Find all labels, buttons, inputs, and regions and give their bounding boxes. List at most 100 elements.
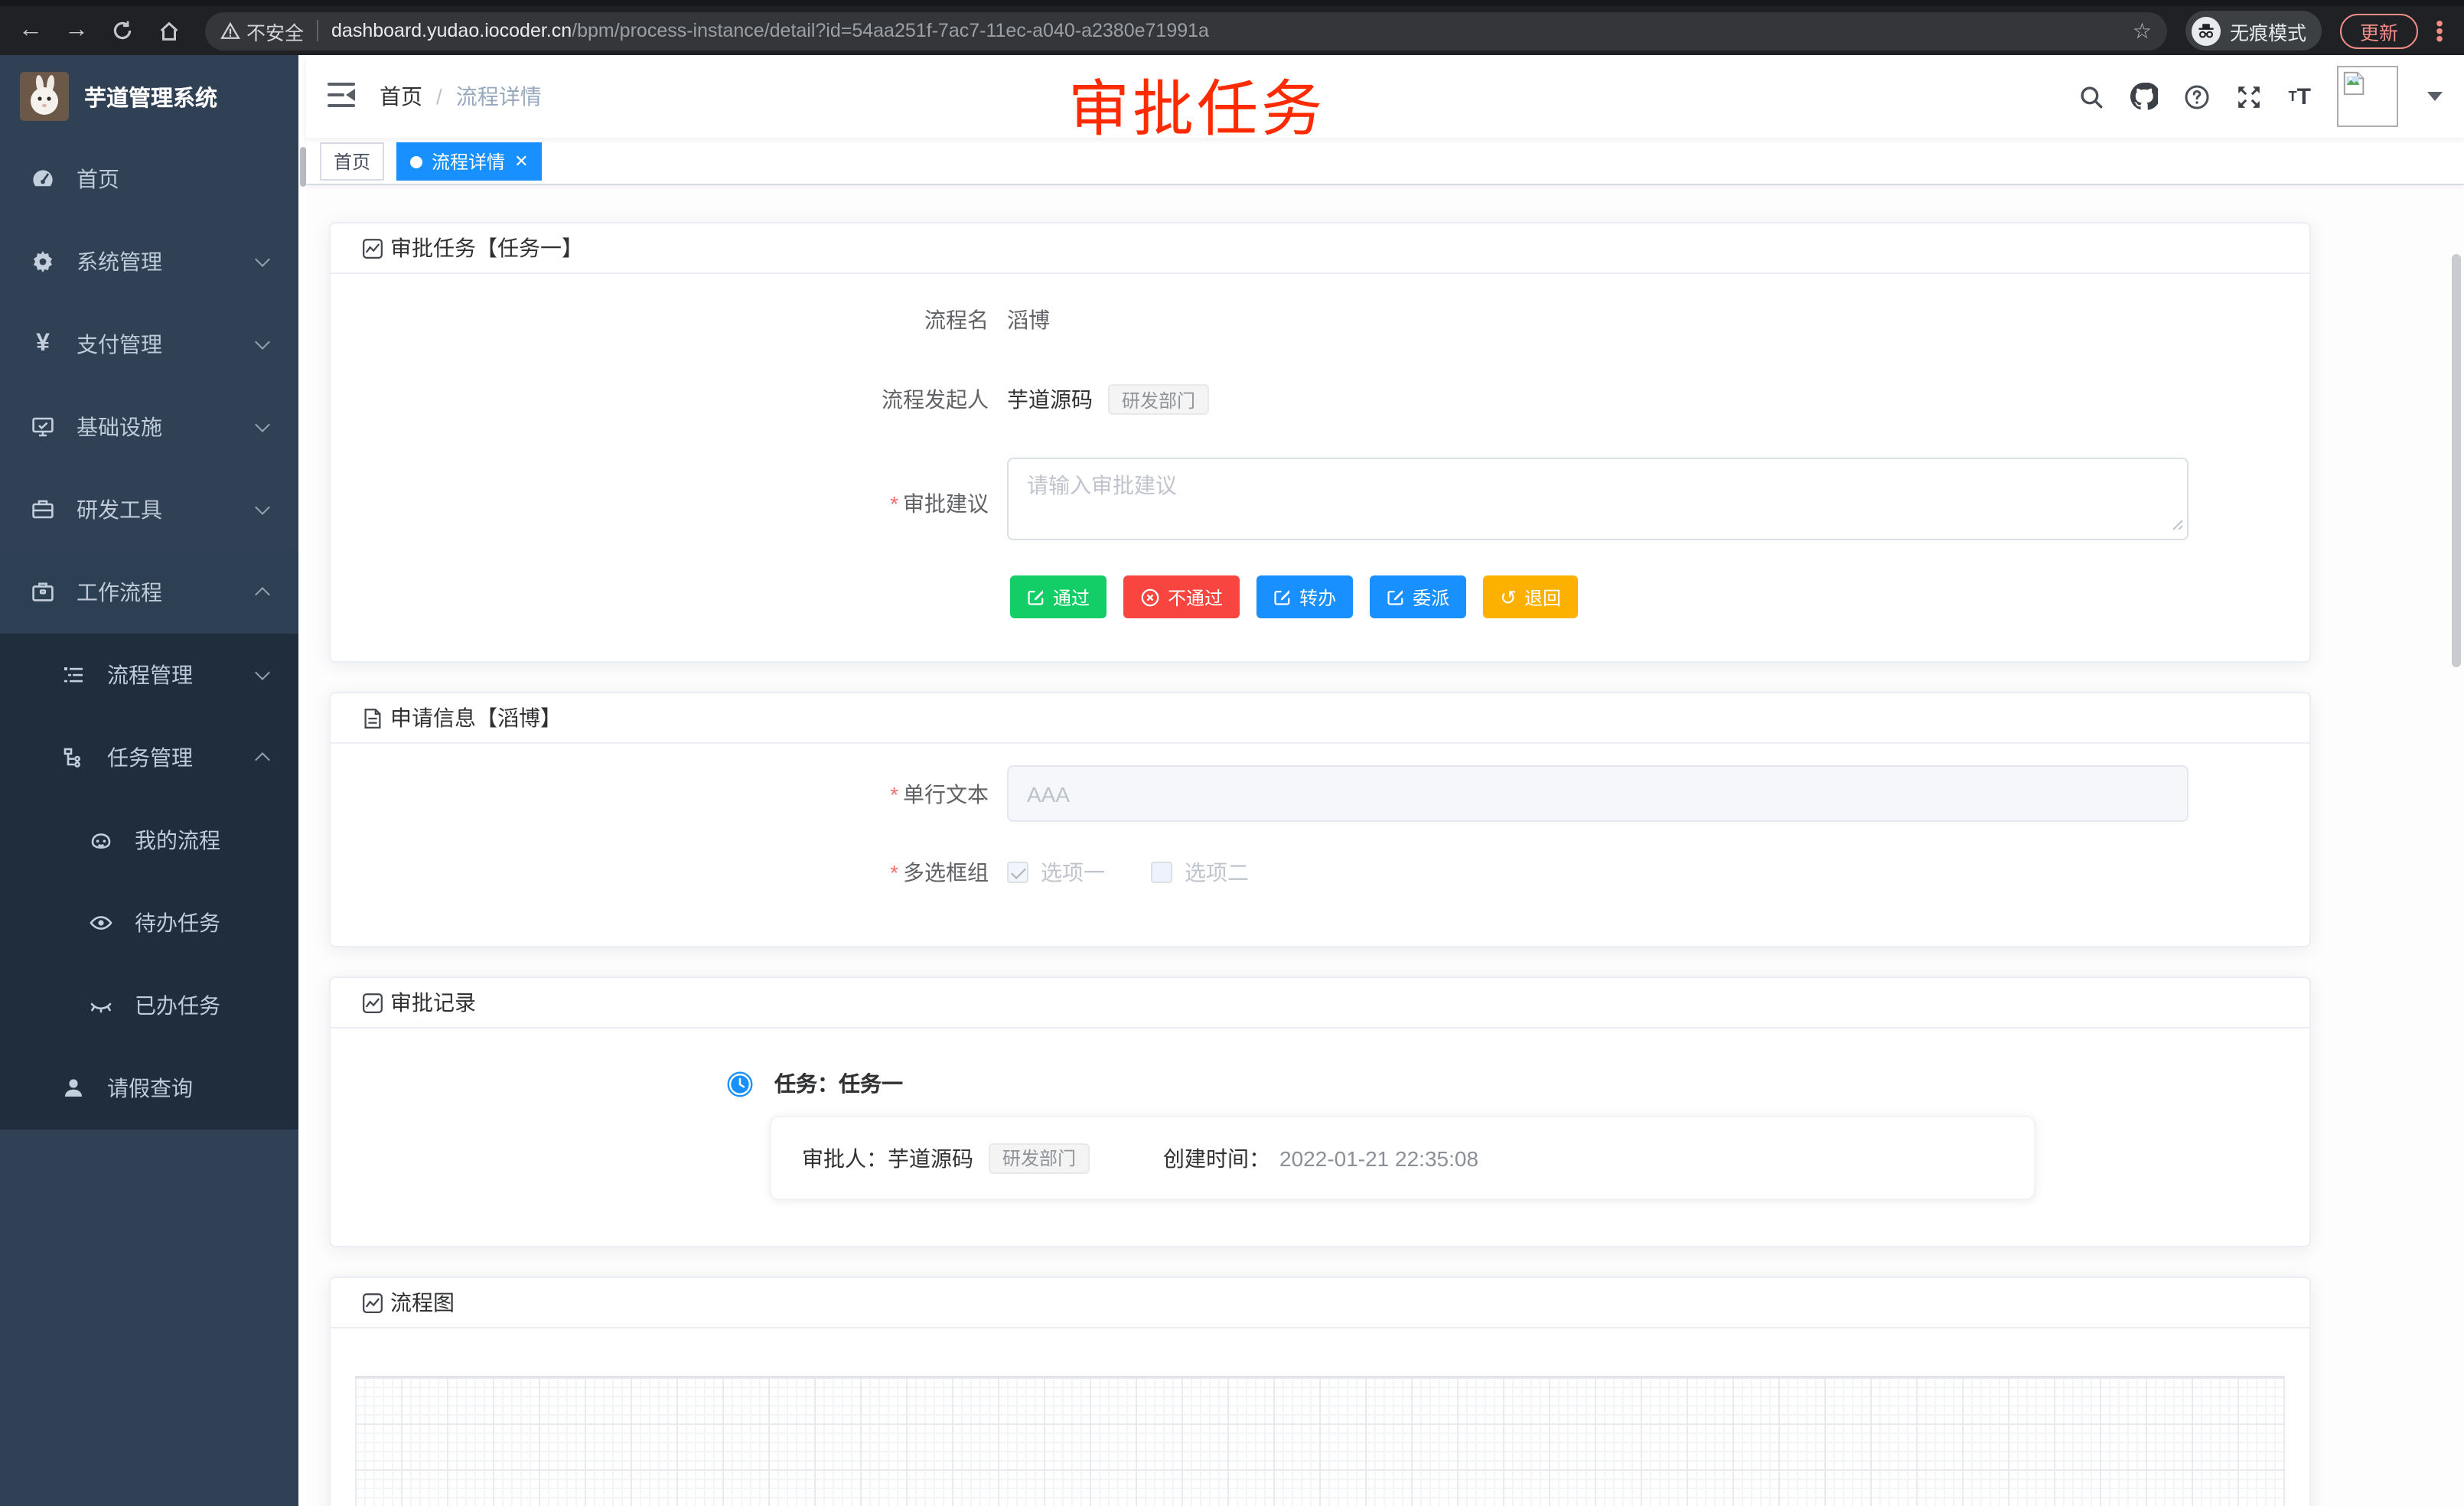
- url-path[interactable]: /bpm/process-instance/detail?id=54aa251f…: [572, 20, 2120, 41]
- chevron-down-icon: [255, 252, 270, 267]
- bpmn-diagram-canvas[interactable]: [355, 1376, 2285, 1506]
- create-time-label: 创建时间：: [1163, 1143, 1270, 1173]
- font-size-icon[interactable]: TT: [2289, 85, 2311, 108]
- robot-icon: [89, 828, 113, 852]
- sidebar-item-task-mgmt[interactable]: 任务管理: [0, 716, 298, 799]
- sidebar-item-payment[interactable]: ¥ 支付管理: [0, 303, 298, 386]
- sidebar-item-label: 请假查询: [107, 1073, 193, 1103]
- clock-icon: [727, 1071, 753, 1097]
- approval-opinion-textarea[interactable]: [1007, 458, 2189, 540]
- approval-task-card: 审批任务【任务一】 流程名 滔博 流程发起人 芋道源码 研发部门: [329, 222, 2311, 663]
- incognito-icon: [2192, 16, 2221, 45]
- approver-label: 审批人：: [802, 1143, 888, 1173]
- page-scrollbar-thumb[interactable]: [2452, 254, 2461, 667]
- sidebar-item-label: 工作流程: [77, 577, 162, 608]
- checkbox-label: 选项一: [1041, 857, 1105, 888]
- card-header: 审批记录: [331, 978, 2309, 1028]
- card-title: 申请信息【滔博】: [390, 702, 562, 733]
- required-asterisk: *: [890, 781, 898, 806]
- sidebar-item-devtools[interactable]: 研发工具: [0, 468, 298, 551]
- application-info-card: 申请信息【滔博】 *单行文本 *多选框组 选项一: [329, 692, 2311, 947]
- sidebar-item-my-process[interactable]: 我的流程: [0, 799, 298, 882]
- page-content: 审批任务【任务一】 流程名 滔博 流程发起人 芋道源码 研发部门: [306, 185, 2464, 1506]
- eye-icon: [89, 911, 113, 935]
- dashboard-icon: [31, 167, 55, 191]
- sidebar-item-workflow[interactable]: 工作流程: [0, 551, 298, 634]
- app-title: 芋道管理系统: [84, 80, 217, 112]
- refresh-left-icon: ↺: [1500, 587, 1517, 607]
- avatar[interactable]: [2337, 66, 2398, 127]
- home-icon[interactable]: [150, 12, 187, 49]
- list-icon: [61, 663, 86, 687]
- approve-button[interactable]: 通过: [1010, 575, 1107, 618]
- sidebar-item-system[interactable]: 系统管理: [0, 220, 298, 303]
- search-icon[interactable]: [2079, 83, 2105, 109]
- required-asterisk: *: [890, 860, 898, 885]
- reject-button[interactable]: 不通过: [1123, 575, 1240, 618]
- checkbox-option-2[interactable]: 选项二: [1151, 857, 1249, 888]
- sidebar-item-leave-query[interactable]: 请假查询: [0, 1047, 298, 1130]
- chevron-down-icon: [255, 665, 270, 680]
- card-title: 审批记录: [390, 987, 476, 1018]
- briefcase-icon: [31, 580, 55, 605]
- collapse-sidebar-icon[interactable]: [328, 83, 355, 109]
- browser-toolbar: ← → 不安全 dashboard.yudao.iocoder.cn /bpm/…: [0, 0, 2464, 55]
- back-icon[interactable]: ←: [12, 12, 49, 49]
- checkbox-option-1[interactable]: 选项一: [1007, 857, 1105, 888]
- help-icon[interactable]: [2185, 83, 2211, 109]
- sidebar-item-home[interactable]: 首页: [0, 138, 298, 220]
- navbar: 首页 / 流程详情 审批任务: [306, 55, 2464, 138]
- tab-label: 流程详情: [432, 148, 505, 174]
- broken-image-icon: [2342, 70, 2368, 96]
- sidebar-item-infra[interactable]: 基础设施: [0, 386, 298, 468]
- sidebar-item-label: 系统管理: [77, 246, 162, 277]
- sidebar-scrollbar-thumb[interactable]: [299, 147, 305, 187]
- delegate-button[interactable]: 委派: [1370, 575, 1466, 618]
- process-name-label: 流程名: [331, 305, 1007, 335]
- breadcrumb-separator: /: [436, 84, 442, 109]
- breadcrumb: 首页 / 流程详情: [380, 55, 542, 138]
- breadcrumb-home[interactable]: 首页: [380, 81, 422, 112]
- gear-icon: [31, 249, 55, 274]
- tab-label: 首页: [334, 148, 370, 174]
- circle-close-icon: [1140, 587, 1160, 607]
- browser-menu-icon[interactable]: •••: [2427, 19, 2452, 42]
- sidebar-item-label: 已办任务: [135, 990, 220, 1021]
- single-line-text-input[interactable]: [1007, 765, 2189, 822]
- sidebar-item-label: 待办任务: [135, 908, 220, 938]
- breadcrumb-current: 流程详情: [456, 81, 542, 112]
- address-bar[interactable]: 不安全 dashboard.yudao.iocoder.cn /bpm/proc…: [205, 11, 2167, 50]
- github-icon[interactable]: [2131, 83, 2159, 110]
- sidebar-item-label: 任务管理: [107, 742, 193, 773]
- url-host[interactable]: dashboard.yudao.iocoder.cn: [331, 20, 572, 41]
- edit-icon: [1387, 588, 1405, 606]
- app-logo[interactable]: 芋道管理系统: [0, 55, 298, 138]
- card-header: 流程图: [331, 1278, 2309, 1328]
- chevron-down-icon: [255, 417, 270, 432]
- sidebar-item-label: 支付管理: [77, 329, 162, 360]
- create-time-value: 2022-01-21 22:35:08: [1279, 1146, 1478, 1170]
- required-asterisk: *: [890, 491, 898, 515]
- fullscreen-icon[interactable]: [2237, 83, 2263, 109]
- checkbox-unchecked-icon: [1151, 862, 1172, 883]
- sidebar-item-process-mgmt[interactable]: 流程管理: [0, 634, 298, 716]
- chart-frame-icon: [361, 991, 384, 1014]
- forward-icon[interactable]: →: [58, 12, 95, 49]
- checkbox-group: 选项一 选项二: [1007, 857, 1249, 888]
- update-button[interactable]: 更新: [2340, 13, 2418, 48]
- toolbox-icon: [31, 497, 55, 522]
- security-label[interactable]: 不安全: [246, 16, 304, 45]
- edit-icon: [1273, 588, 1292, 606]
- return-button[interactable]: ↺ 退回: [1483, 575, 1578, 618]
- reload-icon[interactable]: [104, 12, 141, 49]
- tab-process-detail[interactable]: 流程详情 ✕: [396, 142, 542, 181]
- sidebar-item-todo-tasks[interactable]: 待办任务: [0, 882, 298, 964]
- sidebar-scrollbar[interactable]: [298, 55, 306, 1506]
- avatar-dropdown-caret-icon[interactable]: [2427, 92, 2443, 101]
- resize-grip-icon[interactable]: [2172, 511, 2184, 539]
- transfer-button[interactable]: 转办: [1256, 575, 1353, 618]
- sidebar-item-done-tasks[interactable]: 已办任务: [0, 964, 298, 1047]
- bookmark-star-icon[interactable]: ☆: [2133, 18, 2152, 44]
- close-tab-icon[interactable]: ✕: [514, 152, 528, 171]
- tab-home[interactable]: 首页: [320, 142, 384, 181]
